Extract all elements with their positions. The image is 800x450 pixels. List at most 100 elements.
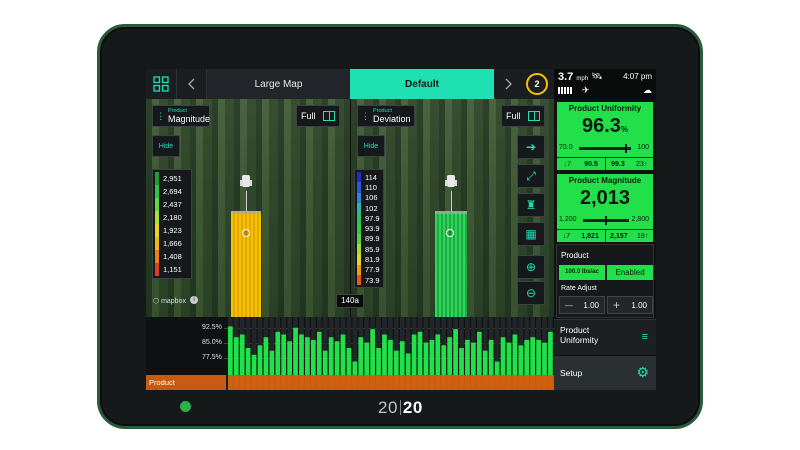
product-row-cell (494, 375, 500, 390)
rate-decrease-button[interactable]: —1.00 (559, 296, 605, 314)
row-bar (518, 345, 524, 375)
product-row-cell (233, 375, 239, 390)
product-row-cell (287, 375, 292, 390)
row-bar (542, 342, 547, 375)
legend-swatch (155, 172, 159, 185)
product-row-cell (340, 375, 346, 390)
product-row-cell (299, 375, 304, 390)
legend-value: 1,408 (163, 252, 182, 261)
row-bar (512, 334, 518, 375)
zoom-in-icon[interactable]: ⊕ (517, 255, 545, 279)
product-row-cell (518, 375, 524, 390)
product-row-cell (358, 375, 364, 390)
alert-bell-icon[interactable]: 2 (526, 73, 548, 95)
legend-value: 81.9 (365, 255, 380, 265)
product-row-cell (488, 375, 494, 390)
above-count: 18↑ (637, 232, 649, 240)
legend-swatch (357, 202, 361, 214)
legend-value: 106 (365, 193, 378, 203)
table-icon[interactable]: ▦ (517, 222, 545, 246)
uniformity-unit: % (620, 125, 629, 134)
product-row-cell (548, 375, 553, 390)
product-row-cell (352, 375, 358, 390)
product-row-cell (388, 375, 393, 390)
legend-magnitude: 2,951 2,694 2,437 2,180 1,923 1,666 1,408 1,151 (152, 169, 192, 279)
legend-entry: 106 (355, 192, 383, 203)
info-icon[interactable]: i (190, 296, 198, 304)
tab-default[interactable]: Default (350, 69, 494, 99)
enabled-toggle[interactable]: Enabled (607, 265, 653, 280)
card-title: Product Magnitude (568, 176, 642, 185)
legend-value: 110 (365, 182, 377, 192)
legend-entry: 85.9 (355, 244, 383, 255)
product-row-cell (453, 375, 458, 390)
row-bar (322, 350, 328, 375)
legend-value: 2,951 (163, 174, 182, 183)
legend-value: 2,180 (163, 213, 182, 222)
legend-entry: 1,151 (153, 263, 191, 276)
expand-icon[interactable]: ⤢ (517, 164, 545, 188)
status-area: 3.7 mph 🛰 4:07 pm ✈ ☁ (554, 69, 656, 99)
product-row-cell (435, 375, 441, 390)
product-row-cell (500, 375, 506, 390)
rate-increase-button[interactable]: +1.00 (607, 296, 653, 314)
uniformity-card[interactable]: Product Uniformity 96.3% 70.0 100 ↓7 90.5… (556, 101, 654, 171)
zoom-out-icon[interactable]: ⊖ (517, 281, 545, 305)
product-row-cell (269, 375, 275, 390)
product-row-cell (370, 375, 375, 390)
coverage-swath (435, 211, 467, 317)
rate-button[interactable]: 100.0 lbs/ac (559, 265, 605, 280)
row-bar (245, 348, 251, 375)
chevron-left-icon[interactable] (176, 69, 206, 99)
row-bar (393, 350, 399, 375)
row-bar (405, 353, 411, 375)
row-bar (488, 339, 494, 375)
hide-legend-button[interactable]: Hide (152, 135, 180, 157)
row-bar (346, 348, 352, 375)
legend-entry: 2,180 (153, 211, 191, 224)
legend-value: 73.9 (365, 275, 380, 285)
product-row-strip (228, 375, 554, 390)
magnitude-card[interactable]: Product Magnitude 2,013 1,200 2,800 ↓7 1,… (556, 173, 654, 243)
chevron-right-icon[interactable] (494, 69, 522, 99)
row-bar (465, 339, 470, 375)
row-bar (447, 337, 453, 375)
row-bar (471, 342, 476, 375)
layer-selector-deviation[interactable]: ⋮ Product Deviation (357, 105, 415, 127)
grid-icon[interactable] (146, 69, 176, 99)
layer-selector-magnitude[interactable]: ⋮ Product Magnitude (152, 105, 210, 127)
product-row-cell (411, 375, 417, 390)
uniformity-menu-button[interactable]: Product Uniformity ≡ (554, 319, 656, 355)
product-row-cell (310, 375, 316, 390)
mapbox-logo: ⬡ mapbox (153, 298, 186, 305)
compass-icon[interactable]: ➔ (517, 135, 545, 159)
gauge-bar (583, 216, 629, 225)
legend-value: 1,666 (163, 239, 182, 248)
legend-deviation: 114 110 106 102 97.9 93.9 89.9 85.9 81.9 77.9 73.9 (354, 169, 384, 289)
alert-count: 2 (534, 79, 540, 89)
legend-entry: 97.9 (355, 213, 383, 224)
hide-legend-button[interactable]: Hide (357, 135, 385, 157)
product-row-cell (417, 375, 423, 390)
legend-value: 2,437 (163, 200, 182, 209)
card-title: Product Uniformity (568, 104, 642, 113)
tractor-follow-icon[interactable]: ♜ (517, 193, 545, 217)
cloud-icon: ☁ (643, 85, 652, 95)
full-view-button[interactable]: Full (296, 105, 340, 127)
gear-icon: ⚙ (636, 364, 649, 380)
product-row-cell (542, 375, 547, 390)
setup-button[interactable]: Setup ⚙ (554, 356, 656, 390)
row-bar (411, 334, 417, 375)
tab-large-map[interactable]: Large Map (206, 69, 350, 99)
legend-swatch (155, 224, 159, 237)
full-view-button[interactable]: Full (501, 105, 545, 127)
above-count: 23↑ (636, 160, 648, 168)
legend-swatch (155, 185, 159, 198)
map-product-magnitude[interactable]: ⋮ Product Magnitude Full Hide 2,951 2,694 2… (146, 99, 350, 317)
bar-chart (228, 317, 553, 375)
legend-entry: 81.9 (355, 254, 383, 265)
product-row-cell (423, 375, 429, 390)
legend-entry: 2,694 (153, 185, 191, 198)
gauge-high: 100 (637, 144, 649, 151)
screen: Large Map Default 2 3.7 mph 🛰 4:07 pm ✈ … (146, 69, 656, 390)
